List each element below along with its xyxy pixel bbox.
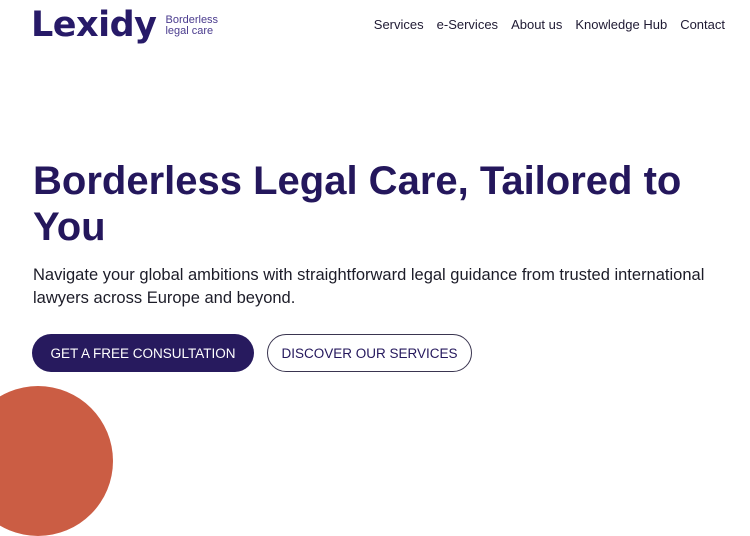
site-header: Lexidy Borderless legal care Services e-… xyxy=(0,0,750,50)
logo-tagline-line2: legal care xyxy=(165,25,214,37)
logo-tagline: Borderless legal care xyxy=(165,15,218,37)
discover-services-button[interactable]: DISCOVER OUR SERVICES xyxy=(267,334,472,372)
free-consultation-button[interactable]: GET A FREE CONSULTATION xyxy=(32,334,254,372)
nav-item-e-services[interactable]: e-Services xyxy=(437,16,498,34)
hero-subtitle: Navigate your global ambitions with stra… xyxy=(33,266,705,307)
lexidy-logo[interactable]: Lexidy Borderless legal care xyxy=(31,7,218,43)
nav-item-services[interactable]: Services xyxy=(374,16,424,34)
nav-item-knowledge-hub[interactable]: Knowledge Hub xyxy=(575,16,667,34)
nav-item-about-us[interactable]: About us xyxy=(511,16,562,34)
hero-title: Borderless Legal Care, Tailored to You xyxy=(33,159,682,249)
decorative-circle xyxy=(0,386,113,536)
main-nav: Services e-Services About us Knowledge H… xyxy=(374,16,725,34)
nav-item-contact[interactable]: Contact xyxy=(680,16,725,34)
logo-wordmark: Lexidy xyxy=(31,5,157,45)
